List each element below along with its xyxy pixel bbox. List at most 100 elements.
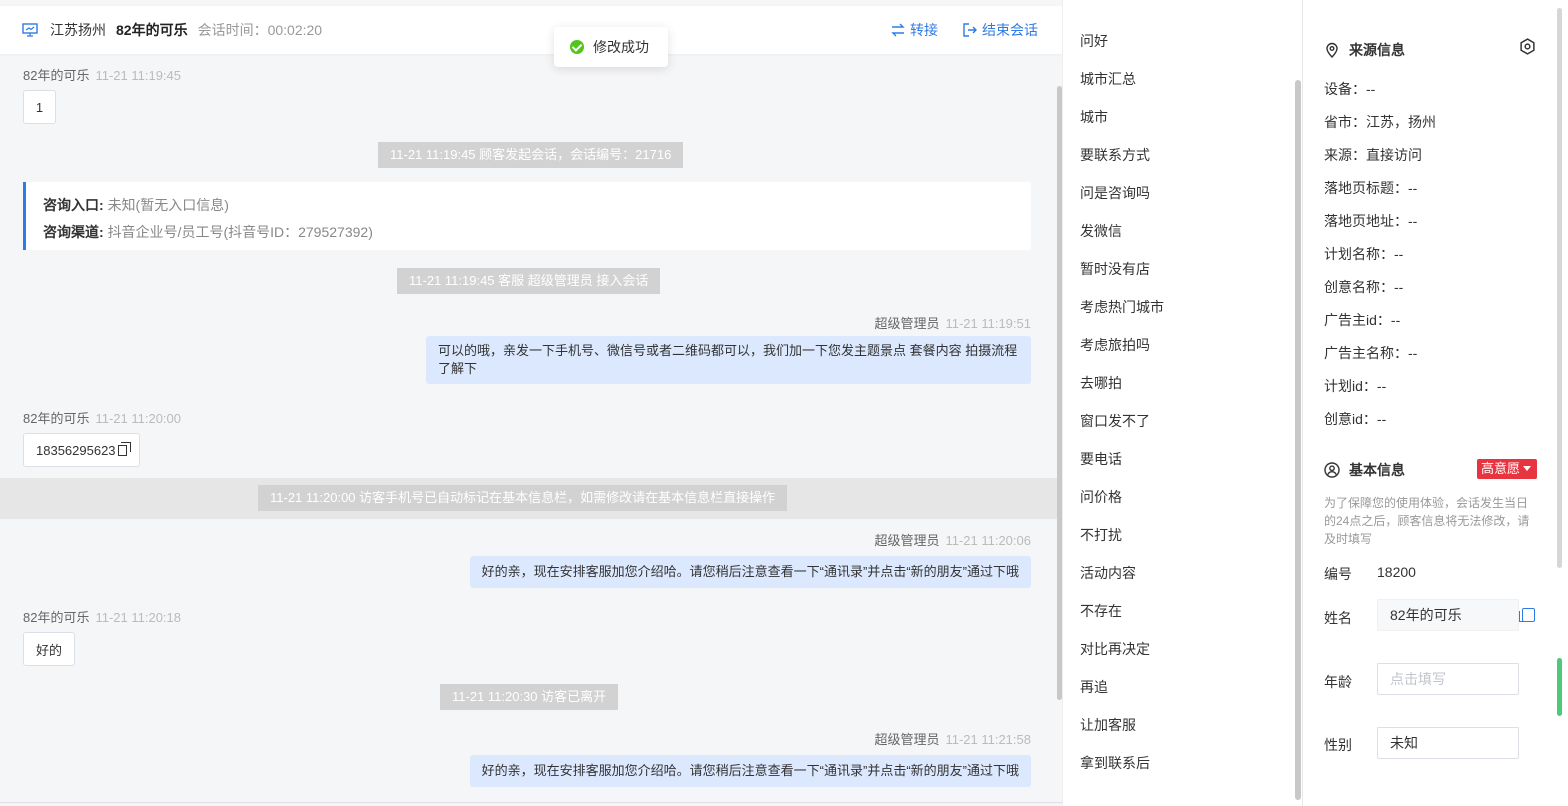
name-label: 姓名 — [1324, 610, 1352, 626]
source-key: 省市： — [1324, 114, 1366, 130]
source-value: -- — [1394, 279, 1404, 295]
source-row: 计划名称：-- — [1324, 244, 1403, 264]
agent-message: 好的亲，现在安排客服加您介绍哈。请您稍后注意查看一下“通讯录”并点击“新的朋友”… — [469, 556, 1031, 588]
id-label: 编号 — [1324, 566, 1352, 582]
quick-reply-item[interactable]: 问好 — [1080, 31, 1108, 51]
message-meta: 82年的可乐 11-21 11:20:18 — [23, 607, 181, 626]
copy-icon[interactable] — [1519, 608, 1535, 622]
settings-icon[interactable] — [1519, 38, 1536, 55]
quick-reply-item[interactable]: 城市汇总 — [1080, 69, 1136, 89]
system-notice: 11-21 11:20:30 访客已离开 — [440, 684, 619, 710]
message-meta: 82年的可乐 11-21 11:19:45 — [23, 65, 181, 84]
end-session-button[interactable]: 结束会话 — [962, 20, 1038, 40]
channel-label: 咨询渠道: — [43, 224, 104, 240]
source-key: 广告主id： — [1324, 312, 1391, 328]
source-row: 落地页地址：-- — [1324, 211, 1417, 231]
quick-reply-item[interactable]: 暂时没有店 — [1080, 259, 1150, 279]
source-row: 落地页标题：-- — [1324, 178, 1417, 198]
source-key: 创意名称： — [1324, 279, 1394, 295]
gender-label: 性别 — [1324, 737, 1352, 753]
quick-reply-item[interactable]: 要电话 — [1080, 449, 1122, 469]
sender-name: 超级管理员 — [874, 316, 940, 331]
source-section-title: 来源信息 — [1324, 40, 1405, 60]
source-row: 创意名称：-- — [1324, 277, 1403, 297]
quick-reply-scrollbar[interactable] — [1295, 80, 1301, 800]
customer-message: 好的 — [23, 632, 75, 666]
quick-reply-item[interactable]: 活动内容 — [1080, 563, 1136, 583]
panel-scrollbar-thumb[interactable] — [1557, 658, 1562, 716]
source-value: -- — [1366, 81, 1376, 97]
sender-name: 超级管理员 — [874, 732, 940, 747]
transfer-button[interactable]: 转接 — [890, 20, 938, 40]
message-time: 11-21 11:20:18 — [95, 610, 182, 625]
quick-reply-item[interactable]: 让加客服 — [1080, 715, 1136, 735]
gender-select[interactable]: 未知 — [1377, 727, 1519, 759]
copy-icon[interactable] — [117, 441, 132, 456]
age-field[interactable]: 点击填写 — [1377, 663, 1519, 695]
customer-message: 1 — [23, 90, 56, 124]
message-list[interactable]: 82年的可乐 11-21 11:19:45 1 11-21 11:19:45 顾客… — [0, 54, 1062, 806]
panel-scrollbar-track[interactable] — [1557, 8, 1562, 568]
visitor-location: 江苏扬州 — [50, 22, 106, 38]
transfer-label: 转接 — [910, 22, 938, 38]
source-key: 计划id： — [1324, 378, 1377, 394]
phone-text: 18356295623 — [36, 442, 116, 458]
system-notice: 11-21 11:19:45 顾客发起会话，会话编号：21716 — [378, 142, 684, 168]
message-meta: 超级管理员 11-21 11:21:58 — [874, 729, 1031, 748]
source-value: -- — [1408, 213, 1418, 229]
quick-reply-item[interactable]: 问是咨询吗 — [1080, 183, 1150, 203]
intent-badge-dropdown[interactable]: 高意愿 — [1477, 459, 1537, 479]
source-key: 落地页标题： — [1324, 180, 1408, 196]
message-time: 11-21 11:19:45 — [95, 68, 182, 83]
message-time: 11-21 11:20:00 — [95, 411, 182, 426]
quick-reply-item[interactable]: 考虑热门城市 — [1080, 297, 1164, 317]
session-time: 00:02:20 — [267, 22, 323, 38]
quick-reply-item[interactable]: 拿到联系后 — [1080, 753, 1150, 773]
message-meta: 82年的可乐 11-21 11:20:00 — [23, 408, 181, 427]
source-key: 落地页地址： — [1324, 213, 1408, 229]
source-row: 计划id：-- — [1324, 376, 1386, 396]
end-session-label: 结束会话 — [982, 22, 1038, 38]
quick-reply-item[interactable]: 窗口发不了 — [1080, 411, 1150, 431]
source-key: 计划名称： — [1324, 246, 1394, 262]
agent-message: 可以的哦，亲发一下手机号、微信号或者二维码都可以，我们加一下您发主题景点 套餐内… — [426, 336, 1031, 384]
location-pin-icon — [1326, 42, 1338, 58]
system-notice: 11-21 11:19:45 客服 超级管理员 接入会话 — [397, 268, 661, 294]
quick-reply-item[interactable]: 不存在 — [1080, 601, 1122, 621]
chat-panel: 江苏扬州 82年的可乐 会话时间： 00:02:20 转接 结束会话 修改成功 … — [0, 0, 1062, 806]
channel-row: 咨询渠道: 抖音企业号/员工号(抖音号ID：279527392) — [43, 219, 1031, 246]
entry-info-card: 咨询入口: 未知(暂无入口信息) 咨询渠道: 抖音企业号/员工号(抖音号ID：2… — [23, 182, 1031, 250]
message-meta: 超级管理员 11-21 11:19:51 — [874, 313, 1031, 332]
agent-message: 好的亲，现在安排客服加您介绍哈。请您稍后注意查看一下“通讯录”并点击“新的朋友”… — [469, 755, 1031, 787]
quick-reply-item[interactable]: 再追 — [1080, 677, 1108, 697]
source-value: 直接访问 — [1366, 147, 1422, 163]
message-time: 11-21 11:19:51 — [945, 316, 1031, 331]
source-key: 设备： — [1324, 81, 1366, 97]
intent-badge-text: 高意愿 — [1481, 461, 1521, 476]
quick-reply-item[interactable]: 要联系方式 — [1080, 145, 1150, 165]
id-value: 18200 — [1377, 564, 1416, 580]
chat-header: 江苏扬州 82年的可乐 会话时间： 00:02:20 转接 结束会话 — [0, 6, 1062, 54]
name-field[interactable]: 82年的可乐 — [1377, 599, 1519, 631]
edit-notice: 为了保障您的使用体验，会话发生当日的24点之后，顾客信息将无法修改，请及时填写 — [1324, 496, 1530, 546]
quick-reply-item[interactable]: 问价格 — [1080, 487, 1122, 507]
source-row: 来源：直接访问 — [1324, 145, 1422, 165]
exit-icon — [963, 23, 977, 37]
message-time: 11-21 11:21:58 — [945, 732, 1031, 747]
channel-value: 抖音企业号/员工号(抖音号ID：279527392) — [107, 224, 373, 240]
source-value: -- — [1394, 246, 1404, 262]
source-row: 省市：江苏，扬州 — [1324, 112, 1436, 132]
quick-reply-item[interactable]: 不打扰 — [1080, 525, 1122, 545]
source-value: -- — [1408, 345, 1418, 361]
message-meta: 超级管理员 11-21 11:20:06 — [874, 530, 1031, 549]
quick-reply-item[interactable]: 对比再决定 — [1080, 639, 1150, 659]
quick-reply-item[interactable]: 考虑旅拍吗 — [1080, 335, 1150, 355]
message-time: 11-21 11:20:06 — [945, 533, 1031, 548]
age-label: 年龄 — [1324, 674, 1352, 690]
quick-reply-item[interactable]: 去哪拍 — [1080, 373, 1122, 393]
quick-reply-item[interactable]: 城市 — [1080, 107, 1108, 127]
source-value: -- — [1390, 312, 1401, 328]
visitor-name: 82年的可乐 — [116, 22, 188, 38]
quick-reply-item[interactable]: 发微信 — [1080, 221, 1122, 241]
success-toast: 修改成功 — [554, 27, 668, 67]
